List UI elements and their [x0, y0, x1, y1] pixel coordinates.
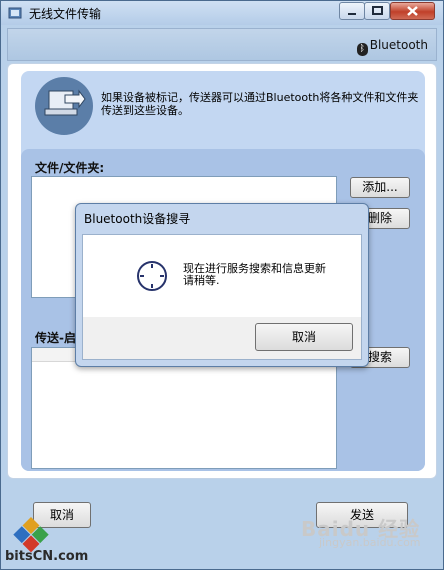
dialog-body: 现在进行服务搜索和信息更新 请稍等. 取消	[82, 234, 362, 360]
title-bar[interactable]: 无线文件传输	[1, 1, 443, 25]
info-text: 如果设备被标记，传送器可以通过Bluetooth将各种文件和文件夹传送到这些设备…	[101, 91, 419, 117]
app-icon	[8, 7, 22, 19]
bitscn-watermark: bitsCN.com	[5, 549, 89, 564]
bluetooth-logo: ᛒ Bluetooth	[356, 38, 428, 56]
bluetooth-icon: ᛒ	[356, 43, 368, 56]
maximize-icon	[372, 6, 383, 15]
dialog-cancel-button[interactable]: 取消	[255, 323, 353, 351]
brand-text: Bluetooth	[369, 38, 428, 52]
window-title: 无线文件传输	[29, 7, 102, 21]
file-transfer-icon	[35, 77, 93, 135]
close-icon	[407, 6, 418, 16]
dialog-message: 现在进行服务搜索和信息更新 请稍等.	[183, 263, 353, 287]
dialog-title: Bluetooth设备搜寻	[84, 212, 191, 226]
close-button[interactable]	[390, 2, 435, 20]
files-label: 文件/文件夹:	[35, 161, 105, 175]
baidu-url-watermark: jingyan.baidu.com	[319, 536, 421, 549]
devices-label: 传送-启	[35, 331, 76, 345]
maximize-button[interactable]	[364, 2, 390, 20]
main-window: 无线文件传输 ᛒ Bluetooth 如果设备被标记，传送器可以通过Bluetoo…	[0, 0, 444, 570]
header-banner: ᛒ Bluetooth	[7, 28, 437, 61]
minimize-icon	[348, 13, 356, 15]
device-search-dialog: Bluetooth设备搜寻 现在进行服务搜索和信息更新 请稍等. 取消	[75, 203, 369, 367]
dialog-message-text: 现在进行服务搜索和信息更新 请稍等.	[183, 262, 326, 287]
add-button[interactable]: 添加...	[350, 177, 410, 198]
minimize-button[interactable]	[339, 2, 365, 20]
clock-icon	[137, 261, 167, 291]
